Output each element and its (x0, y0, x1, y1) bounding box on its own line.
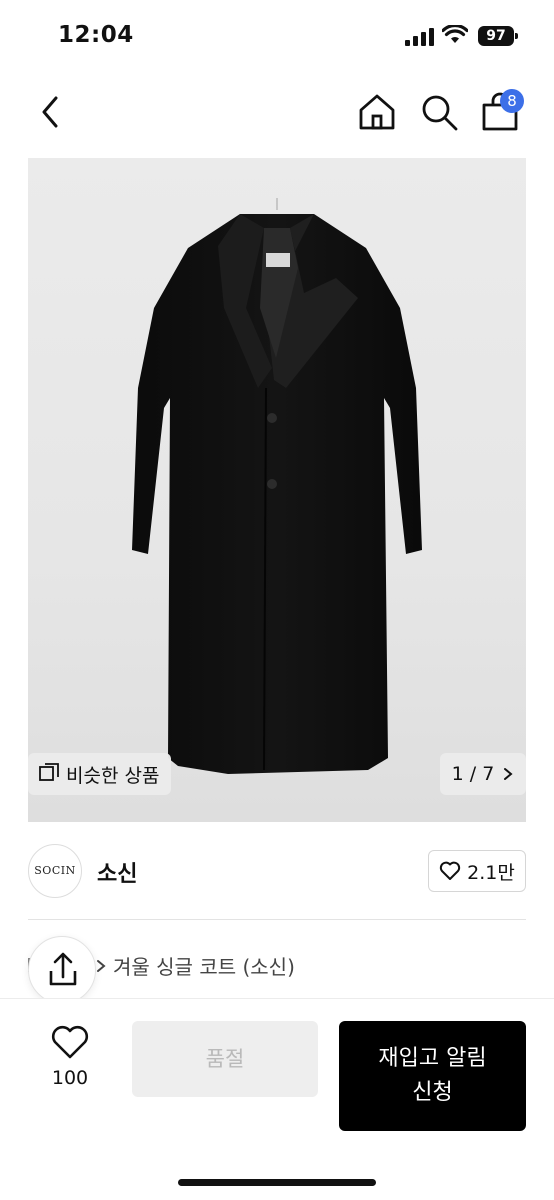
divider (28, 919, 526, 920)
store-row: SOCIN 소신 2.1만 (0, 822, 554, 918)
wishlist-count: 100 (51, 1067, 89, 1089)
status-time: 12:04 (58, 22, 134, 48)
heart-icon (51, 1025, 89, 1059)
store-like-button[interactable]: 2.1만 (428, 850, 526, 892)
similar-items-icon (39, 763, 59, 781)
breadcrumb[interactable]: 겨울 싱글 코트 (소신) (95, 951, 295, 980)
battery-indicator: 97 (478, 26, 518, 46)
similar-products-label: 비슷한 상품 (66, 764, 160, 787)
wishlist-button[interactable]: 100 (36, 1023, 104, 1093)
heart-icon (439, 861, 461, 880)
restock-label-line2: 신청 (412, 1080, 453, 1105)
cart-count-badge: 8 (500, 89, 524, 113)
home-icon[interactable] (355, 90, 399, 134)
bottom-action-bar: 100 품절 재입고 알림 신청 (0, 998, 554, 1200)
share-button[interactable] (28, 936, 96, 1004)
image-pager-button[interactable]: 1 / 7 (440, 753, 526, 795)
soldout-button: 품절 (132, 1021, 318, 1097)
image-index-label: 1 / 7 (451, 763, 495, 785)
store-logo[interactable]: SOCIN (28, 844, 82, 898)
store-name[interactable]: 소신 (97, 856, 137, 888)
restock-label-line1: 재입고 알림 (378, 1046, 487, 1071)
breadcrumb-label: 겨울 싱글 코트 (소신) (113, 955, 295, 979)
share-icon (49, 952, 77, 986)
cellular-signal-icon (405, 28, 434, 46)
chevron-right-icon (504, 768, 513, 780)
similar-products-button[interactable]: 비슷한 상품 (28, 753, 172, 795)
coat-photo (132, 198, 422, 774)
wifi-icon (442, 25, 468, 43)
home-indicator[interactable] (178, 1179, 376, 1186)
restock-alert-button[interactable]: 재입고 알림 신청 (339, 1021, 526, 1131)
status-bar: 12:04 97 (0, 0, 554, 76)
product-image[interactable] (28, 158, 526, 822)
store-like-count: 2.1만 (467, 861, 515, 884)
back-arrow-icon[interactable] (28, 90, 72, 134)
search-icon[interactable] (417, 90, 461, 134)
top-nav-bar (0, 76, 554, 156)
